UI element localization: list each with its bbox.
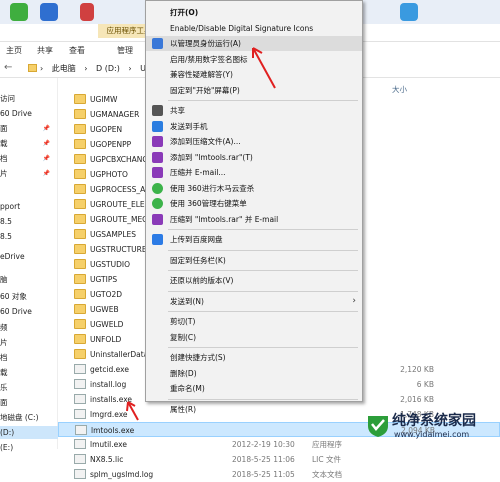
file-row[interactable]: splm_ugslmd.log 2018-5-25 11:05 文本文档 [58, 467, 500, 482]
annotation-arrows [126, 47, 276, 421]
watermark: 纯净系统家园 www.yidaimei.com [366, 408, 500, 449]
file-name: splm_ugslmd.log [90, 470, 154, 479]
arrow-to-run-as-admin [252, 47, 276, 89]
file-name: NX8.5.lic [90, 455, 124, 464]
watermark-url: www.yidaimei.com [394, 430, 470, 439]
watermark-title: 纯净系统家园 [392, 413, 476, 429]
file-row[interactable]: NX8.5.lic 2018-5-25 11:06 LIC 文件 [58, 452, 500, 467]
file-date: 2018-5-25 11:05 [232, 470, 295, 479]
watermark-logo-icon [368, 416, 388, 437]
file-icon [74, 454, 86, 464]
file-type: 文本文档 [312, 470, 342, 479]
file-date: 2018-5-25 11:06 [232, 455, 295, 464]
file-icon [74, 469, 86, 479]
arrow-to-lmtools [126, 401, 139, 421]
file-type: LIC 文件 [312, 455, 342, 464]
